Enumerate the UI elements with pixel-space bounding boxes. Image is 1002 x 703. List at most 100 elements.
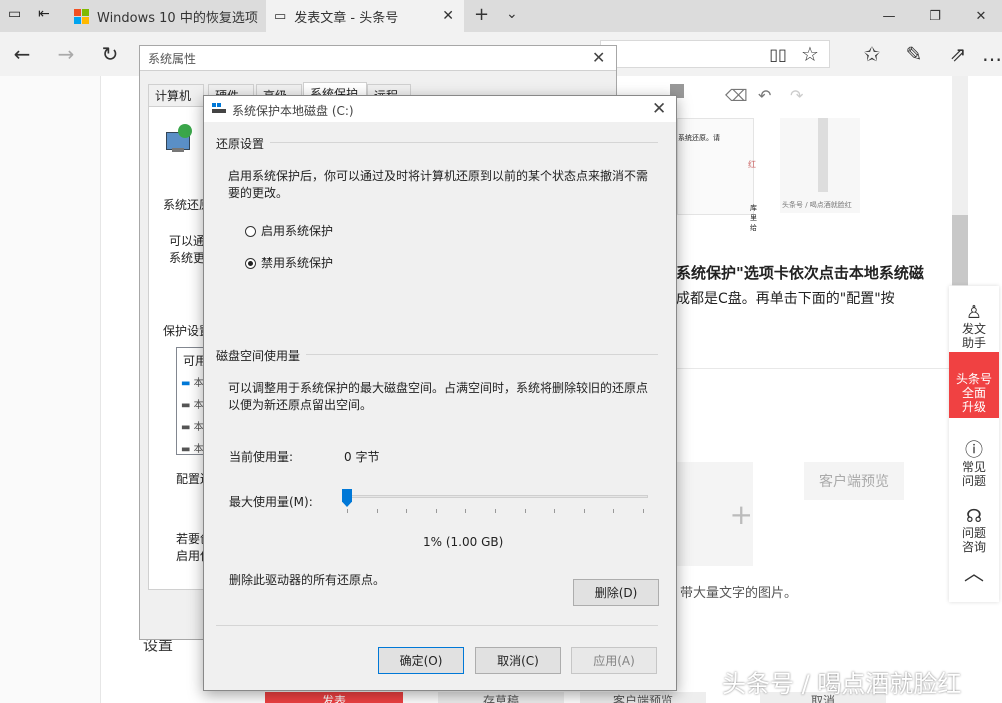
close-icon[interactable]: ✕ — [592, 48, 605, 67]
radio-button[interactable] — [245, 258, 256, 269]
close-icon[interactable]: ✕ — [652, 99, 666, 119]
slider-tick — [643, 509, 644, 513]
forward-icon[interactable]: → — [52, 40, 80, 68]
slider-tick — [465, 509, 466, 513]
sidebar-item-label: 发文 助手 — [961, 322, 986, 350]
max-usage-label: 最大使用量(M): — [229, 495, 313, 509]
headset-icon: ☊ — [966, 506, 982, 527]
sidebar-item-upgrade[interactable]: 头条号 全面 升级 — [949, 352, 999, 418]
restore-settings-group: 还原设置 — [216, 135, 271, 152]
redo-icon[interactable]: ↷ — [790, 86, 803, 105]
sysprops-text: 系统更 — [169, 251, 206, 265]
save-draft-button[interactable]: 存草稿 — [438, 692, 564, 703]
slider-tick — [554, 509, 555, 513]
publish-button[interactable]: 发表 — [265, 692, 403, 703]
tab-title: 发表文章 - 头条号 — [294, 10, 399, 26]
max-usage-slider[interactable] — [345, 495, 648, 498]
close-window-icon[interactable]: ✕ — [958, 0, 1002, 32]
article-thumbnail-2: 头条号 / 喝点酒就脸红 — [780, 118, 860, 213]
undo-icon[interactable]: ↶ — [758, 86, 771, 105]
eraser-icon[interactable]: ⌫ — [725, 86, 748, 105]
divider — [216, 625, 658, 626]
slider-tick — [347, 509, 348, 513]
client-preview-button[interactable]: 客户端预览 — [804, 462, 904, 500]
restore-description: 启用系统保护后，你可以通过及时将计算机还原到以前的某个状态点来撤消不需要的更改。 — [228, 169, 649, 200]
tab-title: Windows 10 中的恢复选项 — [97, 10, 258, 26]
restore-icon[interactable]: ❐ — [912, 0, 958, 32]
list-item[interactable]: ▬ 本 — [181, 440, 204, 455]
radio-label: 禁用系统保护 — [261, 256, 334, 270]
list-item[interactable]: ▬ 本 — [181, 396, 204, 411]
watermark: 头条号 / 喝点酒就脸红 — [722, 670, 962, 698]
cancel-button[interactable]: 取消(C) — [475, 647, 561, 674]
slider-tick — [613, 509, 614, 513]
reading-view-icon[interactable]: ▯▯ — [764, 40, 792, 68]
sidebar-item-label: 头条号 全面 升级 — [955, 372, 992, 414]
radio-button[interactable] — [245, 226, 256, 237]
page-icon: ▭ — [274, 8, 287, 24]
disk-usage-group: 磁盘空间使用量 — [216, 347, 307, 364]
drive-icon: ▬ — [181, 400, 191, 411]
divider — [140, 70, 616, 71]
favorite-star-icon[interactable]: ☆ — [796, 40, 824, 68]
more-icon[interactable]: … — [978, 40, 1002, 68]
sidebar-item-label: 问题 咨询 — [961, 526, 986, 554]
sysprops-titlebar — [140, 46, 616, 70]
radio-label: 启用系统保护 — [261, 224, 334, 238]
ok-button[interactable]: 确定(O) — [378, 647, 464, 674]
share-icon[interactable]: ⇗ — [944, 40, 972, 68]
thumbnail-text: 库里给 — [750, 204, 757, 232]
preview-button[interactable]: 客户端预览 — [580, 692, 706, 703]
refresh-icon[interactable]: ↻ — [96, 40, 124, 68]
close-icon[interactable]: ✕ — [442, 8, 454, 24]
new-tab-icon[interactable]: + — [474, 4, 489, 25]
delete-description: 删除此驱动器的所有还原点。 — [229, 573, 386, 587]
upload-cover-plus-icon[interactable]: + — [677, 462, 753, 566]
sidebar-item-assistant[interactable]: ♙ 发文 助手 — [949, 292, 999, 351]
dialog-title: 系统保护本地磁盘 (C:) — [232, 104, 354, 118]
thumbnail-text: 系统还原。请 — [678, 134, 720, 142]
sidebar-item-faq[interactable]: ⓘ 常见 问题 — [949, 430, 999, 489]
list-item[interactable]: ▬ 本 — [181, 418, 204, 433]
scrollbar-thumb[interactable] — [952, 215, 968, 285]
list-item[interactable]: ▬ 本 — [181, 374, 204, 389]
assistant-icon: ♙ — [965, 302, 983, 323]
article-text: 成都是C盘。再单击下面的"配置"按 — [676, 291, 895, 307]
tab-preview-icon[interactable]: ▭ — [8, 6, 21, 22]
slider-value-text: 1% (1.00 GB) — [423, 535, 504, 549]
chevron-down-icon[interactable]: ⌄ — [506, 6, 518, 22]
favorites-hub-icon[interactable]: ✩ — [858, 40, 886, 68]
disk-usage-description: 可以调整用于系统保护的最大磁盘空间。占满空间时，系统将删除较旧的还原点以便为新还… — [228, 381, 649, 412]
tab-publish-article[interactable]: ▭ 发表文章 - 头条号 ✕ — [266, 0, 464, 32]
thumbnail-text: 红 — [748, 160, 756, 169]
group-line — [216, 142, 658, 143]
sysprops-title: 系统属性 — [148, 52, 197, 66]
pen-note-icon[interactable]: ✎ — [900, 40, 928, 68]
slider-tick — [436, 509, 437, 513]
windows-logo-icon — [74, 8, 89, 24]
slider-tick — [495, 509, 496, 513]
slider-tick — [377, 509, 378, 513]
thumbnail-text: 头条号 / 喝点酒就脸红 — [782, 201, 852, 209]
slider-tick — [584, 509, 585, 513]
back-to-top-icon[interactable]: ︿ — [949, 563, 999, 583]
tab-recovery[interactable]: Windows 10 中的恢复选项 — [66, 0, 266, 32]
minimize-icon[interactable]: — — [866, 0, 912, 32]
sysprops-text: 可以通 — [169, 234, 206, 248]
current-usage-label: 当前使用量: — [229, 450, 294, 464]
delete-button[interactable]: 删除(D) — [573, 579, 659, 606]
left-pane — [0, 76, 101, 703]
slider-tick — [525, 509, 526, 513]
article-text: 系统保护"选项卡依次点击本地系统磁 — [676, 264, 924, 282]
sidebar-item-consult[interactable]: ☊ 问题 咨询 — [949, 496, 999, 555]
question-icon: ⓘ — [965, 440, 983, 461]
apply-button[interactable]: 应用(A) — [571, 647, 657, 674]
drive-icon: ▬ — [181, 444, 191, 455]
slider-tick — [406, 509, 407, 513]
article-thumbnail: 系统还原。请 红 库里给 — [677, 118, 757, 232]
drive-icon: ▬ — [181, 378, 191, 389]
back-icon[interactable]: ← — [8, 40, 36, 68]
tab-computer-name[interactable]: 计算机名 — [148, 84, 204, 125]
thumbnail-bar — [818, 118, 828, 192]
tab-back-icon[interactable]: ⇤ — [38, 6, 50, 22]
